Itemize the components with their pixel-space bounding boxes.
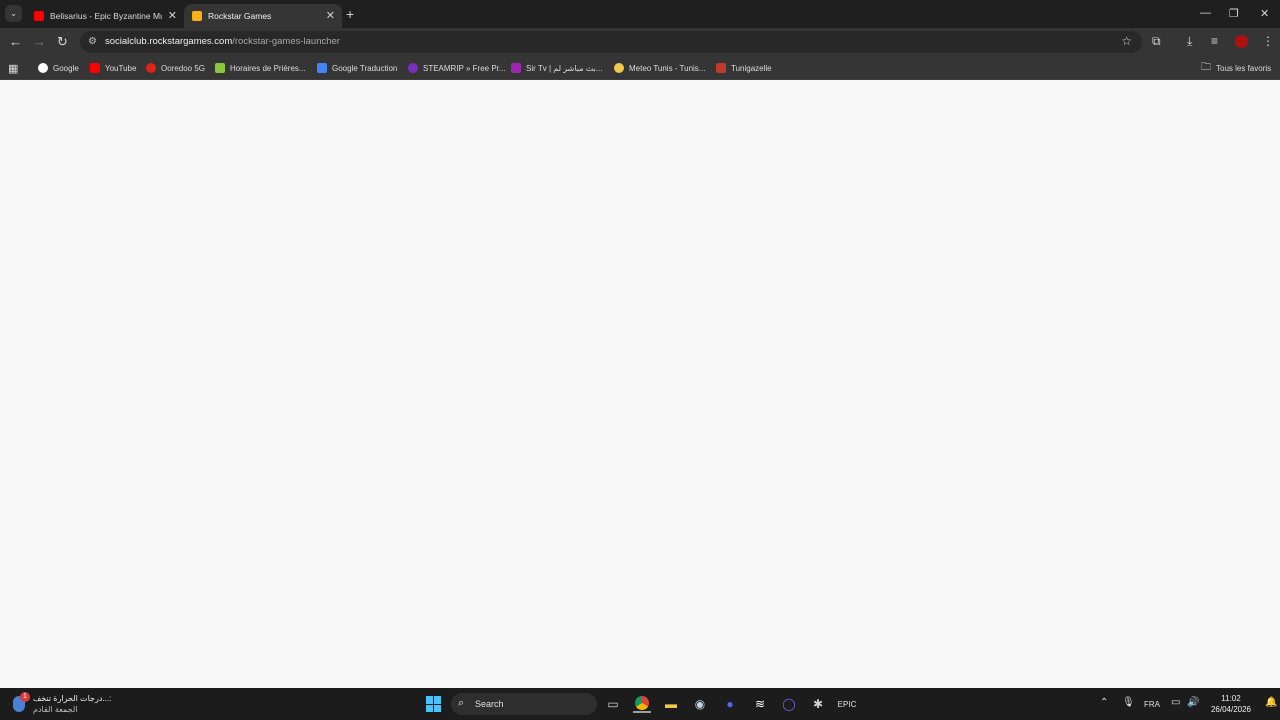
all-bookmarks-folder[interactable]: 🗀 Tous les favoris (1201, 61, 1271, 75)
epic-games-icon[interactable]: EPIC (838, 695, 857, 713)
close-window-icon[interactable]: ✕ (1260, 7, 1269, 20)
reading-list-icon[interactable]: ≡ (1211, 34, 1218, 48)
language-indicator[interactable]: FRA (1144, 700, 1160, 709)
bookmark-prayer-times[interactable]: Horaires de Prières... (215, 61, 306, 75)
rockstar-launcher-icon[interactable]: ✱ (809, 695, 827, 713)
bookmark-sirtv[interactable]: Sir Tv | بث مباشر لم... (511, 61, 602, 75)
sirtv-icon (511, 63, 521, 73)
prayer-times-icon (215, 63, 225, 73)
circle-app-icon[interactable]: ◯ (780, 695, 798, 713)
discord-icon[interactable]: ● (721, 695, 739, 713)
tab-rockstar-games[interactable]: Rockstar Games ✕ (184, 4, 342, 28)
folder-icon: 🗀 (1201, 61, 1211, 73)
translate-icon (317, 63, 327, 73)
task-view-icon[interactable]: ▭ (604, 695, 622, 713)
microphone-icon[interactable]: 🎙 (1122, 697, 1135, 708)
download-icon[interactable]: ⤓ (1187, 34, 1192, 49)
network-icon[interactable]: ▭ (1171, 697, 1180, 708)
back-icon[interactable]: ← (9, 34, 22, 49)
weather-widget[interactable]: 1 درجات الحرارة تنخف...: الجمعة القادم (13, 692, 112, 716)
bookmark-google-translate[interactable]: Google Traduction (317, 61, 397, 75)
bookmark-star-icon[interactable]: ☆ (1121, 34, 1132, 48)
youtube-icon (90, 63, 100, 73)
close-tab-icon[interactable]: ✕ (326, 9, 335, 22)
tab-strip: ⌄ Belisarius - Epic Byzantine Musi ✕ Roc… (0, 0, 1280, 28)
show-hidden-icons[interactable]: ⌃ (1100, 697, 1108, 708)
volume-icon[interactable]: 🔊 (1187, 697, 1199, 708)
restore-icon[interactable]: ❐ (1229, 7, 1239, 20)
bookmark-tunigazelle[interactable]: Tunigazelle (716, 61, 772, 75)
chevron-down-icon: ⌄ (9, 8, 18, 18)
tab-title: Rockstar Games (208, 11, 272, 21)
youtube-icon (34, 11, 44, 21)
file-explorer-icon[interactable]: ▬ (662, 695, 680, 713)
forward-icon[interactable]: → (33, 34, 46, 49)
tunigazelle-icon (716, 63, 726, 73)
weather-icon (614, 63, 624, 73)
chrome-icon[interactable] (633, 695, 651, 713)
weather-subline: الجمعة القادم (33, 705, 78, 714)
bookmark-youtube[interactable]: YouTube (90, 61, 136, 75)
bookmark-steamrip[interactable]: STEAMRIP » Free Pr... (408, 61, 506, 75)
app-icon[interactable]: ≋ (751, 695, 769, 713)
tab-belisarius[interactable]: Belisarius - Epic Byzantine Musi ✕ (26, 4, 184, 28)
rockstar-icon (192, 11, 202, 21)
close-tab-icon[interactable]: ✕ (168, 9, 177, 22)
taskbar-search[interactable]: ⌕ Search (451, 693, 597, 715)
profile-avatar[interactable] (1235, 35, 1248, 48)
browser-toolbar: ← → ↻ ⚙ socialclub.rockstargames.com/roc… (0, 28, 1280, 56)
reload-icon[interactable]: ↻ (57, 34, 68, 50)
page-content (0, 81, 1280, 688)
tab-search-button[interactable]: ⌄ (5, 5, 22, 22)
taskbar: 1 درجات الحرارة تنخف...: الجمعة القادم ⌕… (0, 688, 1280, 720)
ooredoo-icon (146, 63, 156, 73)
extensions-icon[interactable]: ⧉ (1152, 34, 1161, 49)
new-tab-button[interactable]: + (346, 6, 354, 22)
menu-icon[interactable]: ⋮ (1262, 34, 1274, 48)
bookmark-meteo-tunis[interactable]: Meteo Tunis - Tunis... (614, 61, 705, 75)
weather-headline: درجات الحرارة تنخف...: (33, 694, 112, 703)
clock[interactable]: 11:02 26/04/2026 (1206, 693, 1256, 715)
site-settings-icon[interactable]: ⚙ (88, 36, 97, 47)
bookmark-ooredoo[interactable]: Ooredoo 5G (146, 61, 205, 75)
bookmark-google[interactable]: Google (38, 61, 79, 75)
search-icon: ⌕ (458, 697, 465, 709)
start-button[interactable] (426, 696, 442, 712)
notifications-icon[interactable]: 🔔 (1265, 697, 1277, 708)
url-text[interactable]: socialclub.rockstargames.com/rockstar-ga… (105, 36, 340, 47)
steamrip-icon (408, 63, 418, 73)
steam-icon[interactable]: ◉ (691, 695, 709, 713)
apps-grid-icon[interactable]: ▦ (8, 61, 18, 75)
tab-title: Belisarius - Epic Byzantine Musi (50, 11, 162, 21)
notification-badge: 1 (20, 692, 30, 702)
address-bar[interactable]: ⚙ socialclub.rockstargames.com/rockstar-… (80, 31, 1142, 53)
bookmarks-bar: ▦ Google YouTube Ooredoo 5G Horaires de … (0, 56, 1280, 80)
minimize-icon[interactable]: — (1200, 7, 1211, 19)
google-icon (38, 63, 48, 73)
